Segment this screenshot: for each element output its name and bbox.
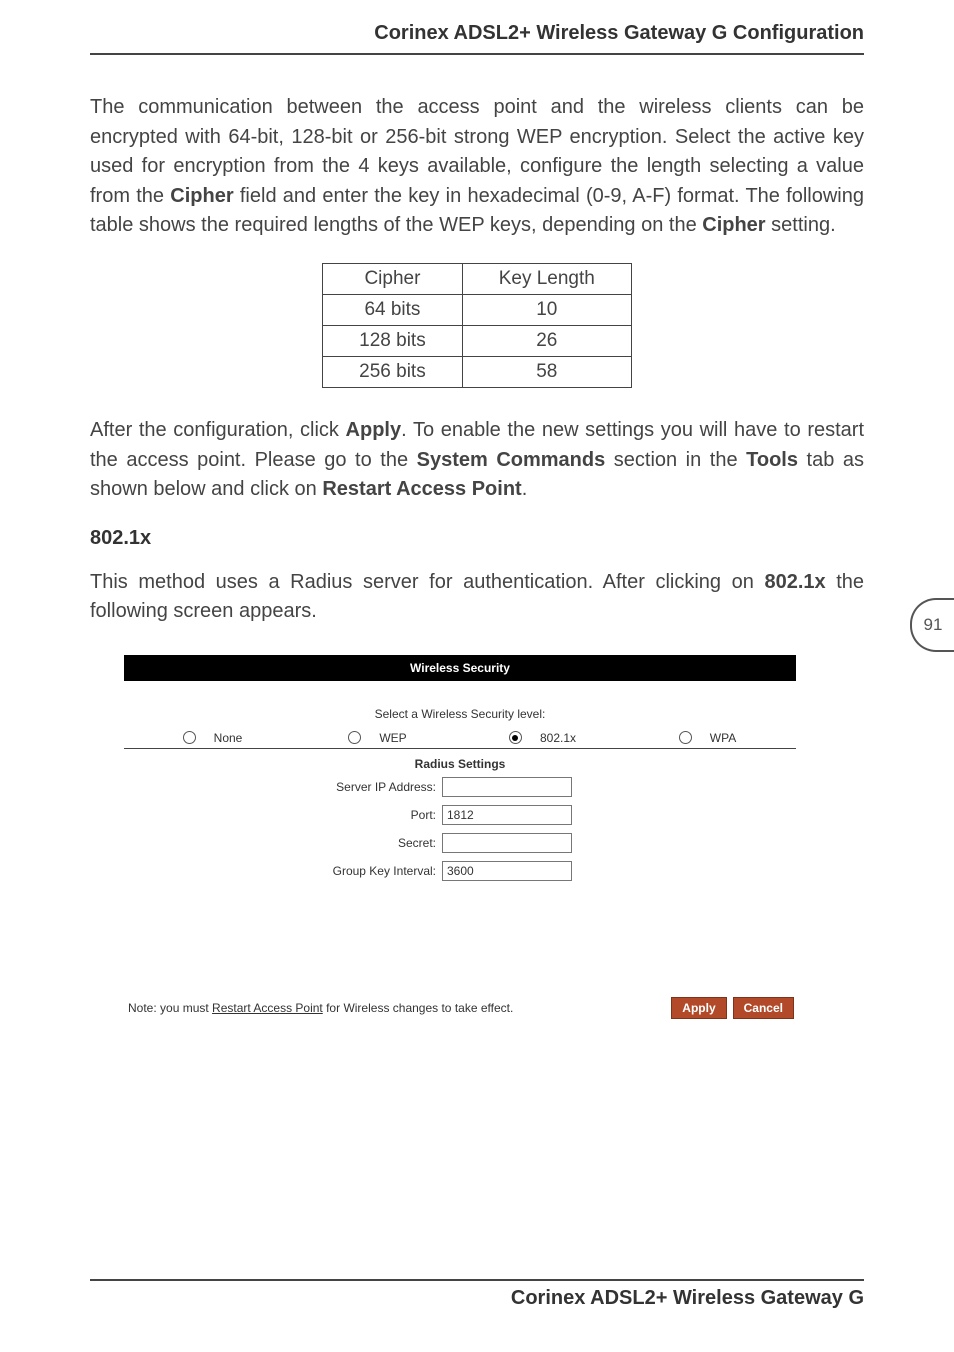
restart-ap-bold: Restart Access Point bbox=[322, 478, 521, 500]
system-commands-bold: System Commands bbox=[417, 449, 606, 471]
col-header-keylength: Key Length bbox=[462, 263, 631, 294]
apply-button[interactable]: Apply bbox=[671, 997, 726, 1019]
select-security-level-label: Select a Wireless Security level: bbox=[124, 707, 796, 721]
text: section in the bbox=[605, 449, 746, 471]
apply-bold: Apply bbox=[346, 419, 402, 441]
header-rule bbox=[90, 53, 864, 55]
group-key-interval-input[interactable] bbox=[442, 861, 572, 881]
page-number-tab: 91 bbox=[910, 598, 954, 652]
radio-8021x-label: 802.1x bbox=[540, 731, 576, 745]
subheading-8021x: 802.1x bbox=[90, 527, 864, 550]
page-footer-title: Corinex ADSL2+ Wireless Gateway G bbox=[90, 1287, 864, 1310]
cancel-button[interactable]: Cancel bbox=[733, 997, 794, 1019]
radio-wep-label: WEP bbox=[379, 731, 406, 745]
server-ip-label: Server IP Address: bbox=[124, 780, 442, 794]
restart-note: Note: you must Restart Access Point for … bbox=[128, 1001, 665, 1015]
cell: 256 bits bbox=[323, 356, 463, 387]
radius-settings-heading: Radius Settings bbox=[124, 757, 796, 771]
restart-access-point-link[interactable]: Restart Access Point bbox=[212, 1001, 323, 1015]
cell: 10 bbox=[462, 294, 631, 325]
radius-form: Server IP Address: Port: Secret: Group K… bbox=[124, 777, 796, 881]
cell: 26 bbox=[462, 325, 631, 356]
text: for Wireless changes to take effect. bbox=[323, 1001, 514, 1015]
secret-label: Secret: bbox=[124, 836, 442, 850]
tools-bold: Tools bbox=[746, 449, 798, 471]
text: setting. bbox=[766, 214, 836, 236]
footer-rule bbox=[90, 1279, 864, 1281]
text: After the configuration, click bbox=[90, 419, 346, 441]
radio-wep[interactable] bbox=[348, 731, 361, 744]
page-header-title: Corinex ADSL2+ Wireless Gateway G Config… bbox=[90, 22, 864, 53]
port-input[interactable] bbox=[442, 805, 572, 825]
dot1x-bold: 802.1x bbox=[764, 571, 825, 593]
paragraph-cipher-intro: The communication between the access poi… bbox=[90, 93, 864, 241]
wireless-security-screenshot: Wireless Security Select a Wireless Secu… bbox=[124, 655, 796, 1029]
cell: 58 bbox=[462, 356, 631, 387]
radio-none[interactable] bbox=[183, 731, 196, 744]
radio-wpa-label: WPA bbox=[710, 731, 736, 745]
radio-wpa[interactable] bbox=[679, 731, 692, 744]
security-level-radio-row: None WEP 802.1x WPA bbox=[124, 731, 796, 749]
paragraph-8021x-intro: This method uses a Radius server for aut… bbox=[90, 568, 864, 627]
group-key-interval-label: Group Key Interval: bbox=[124, 864, 442, 878]
radio-8021x[interactable] bbox=[509, 731, 522, 744]
radio-none-label: None bbox=[214, 731, 243, 745]
cipher-bold-1: Cipher bbox=[170, 185, 233, 207]
screenshot-titlebar: Wireless Security bbox=[124, 655, 796, 681]
paragraph-apply-restart: After the configuration, click Apply. To… bbox=[90, 416, 864, 505]
table-row: Cipher Key Length bbox=[323, 263, 632, 294]
text: This method uses a Radius server for aut… bbox=[90, 571, 764, 593]
table-row: 256 bits 58 bbox=[323, 356, 632, 387]
table-row: 64 bits 10 bbox=[323, 294, 632, 325]
port-label: Port: bbox=[124, 808, 442, 822]
cell: 128 bits bbox=[323, 325, 463, 356]
cipher-bold-2: Cipher bbox=[702, 214, 765, 236]
secret-input[interactable] bbox=[442, 833, 572, 853]
cell: 64 bits bbox=[323, 294, 463, 325]
server-ip-input[interactable] bbox=[442, 777, 572, 797]
col-header-cipher: Cipher bbox=[323, 263, 463, 294]
text: Note: you must bbox=[128, 1001, 212, 1015]
text: . bbox=[522, 478, 528, 500]
table-row: 128 bits 26 bbox=[323, 325, 632, 356]
cipher-key-length-table: Cipher Key Length 64 bits 10 128 bits 26… bbox=[322, 263, 632, 388]
